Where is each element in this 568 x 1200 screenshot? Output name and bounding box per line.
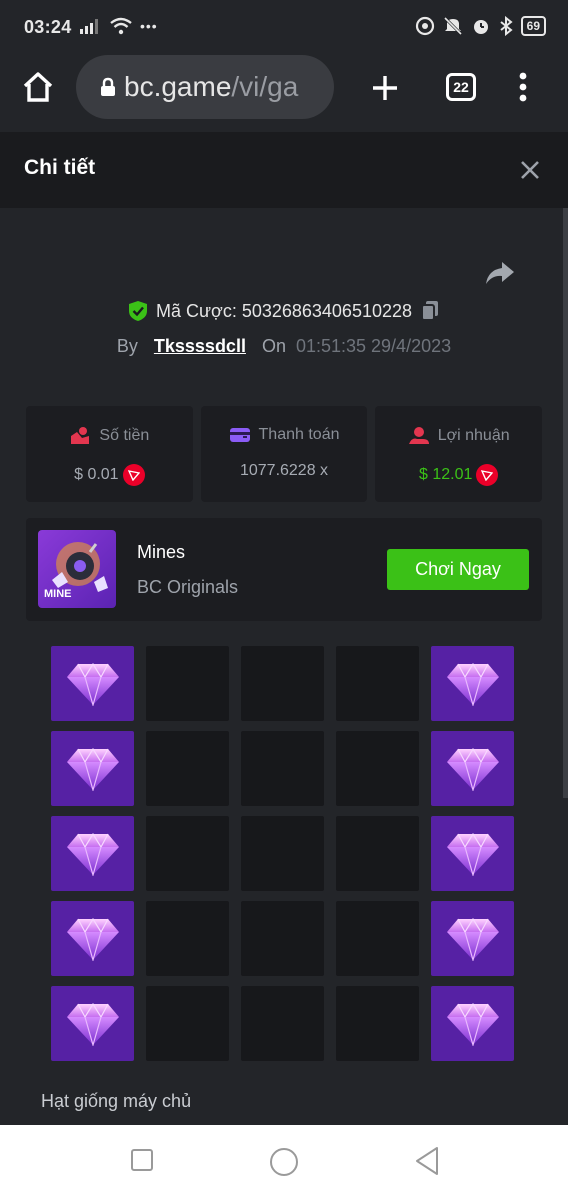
game-name: Mines: [137, 542, 186, 562]
trx-coin-icon: [476, 464, 499, 486]
stat-profit-label: Lợi nhuận: [437, 427, 510, 444]
profit-icon: [408, 427, 429, 444]
on-label: On: [261, 336, 286, 356]
mine-tile-empty: [241, 816, 324, 891]
mute-icon: [443, 16, 462, 36]
gem-icon: [66, 917, 119, 961]
more-notifications-icon: •••: [140, 18, 158, 34]
bet-detail-content[interactable]: Mã Cược: 50326863406510228 By Tkssssdcll…: [0, 208, 568, 1125]
new-tab-icon[interactable]: [371, 74, 399, 102]
copy-icon[interactable]: [420, 300, 440, 322]
mine-tile-empty: [146, 901, 229, 976]
gem-icon: [66, 747, 119, 791]
gem-icon: [66, 832, 119, 876]
mines-grid: [51, 646, 514, 1061]
mine-tile-gem: [431, 816, 514, 891]
gem-icon: [446, 662, 499, 706]
stat-payout-value: 1077.6228 x: [239, 462, 329, 479]
bet-id: Mã Cược: 50326863406510228: [155, 300, 413, 321]
bet-id-row: Mã Cược: 50326863406510228: [0, 300, 568, 322]
share-icon[interactable]: [484, 260, 516, 286]
stat-amount: Số tiền $ 0.01: [26, 406, 193, 502]
mine-tile-gem: [51, 901, 134, 976]
mine-tile-empty: [146, 731, 229, 806]
mine-tile-empty: [336, 986, 419, 1061]
mine-tile-empty: [241, 901, 324, 976]
mine-tile-empty: [336, 731, 419, 806]
mine-tile-gem: [51, 816, 134, 891]
wifi-icon: [110, 17, 132, 35]
stat-profit: Lợi nhuận $ 12.01: [375, 406, 543, 502]
server-seed-label: Hạt giống máy chủ: [41, 1091, 192, 1111]
gem-icon: [446, 917, 499, 961]
mine-tile-empty: [146, 646, 229, 721]
mine-tile-gem: [431, 731, 514, 806]
mine-tile-empty: [146, 816, 229, 891]
mine-tile-empty: [241, 986, 324, 1061]
mines-thumb-label: MINE: [44, 588, 72, 600]
stat-payout: Thanh toán 1077.6228 x: [200, 406, 368, 502]
stat-profit-value: $ 12.01: [418, 466, 473, 483]
gem-icon: [446, 832, 499, 876]
back-icon[interactable]: [414, 1146, 440, 1176]
bet-amount-icon: [71, 427, 90, 444]
browser-toolbar: bc.game/vi/ga 22: [0, 54, 568, 132]
mine-tile-empty: [336, 646, 419, 721]
by-label: By: [116, 336, 138, 356]
mine-tile-empty: [336, 901, 419, 976]
close-icon[interactable]: [518, 158, 542, 182]
mine-tile-gem: [51, 986, 134, 1061]
bet-author-row: By Tkssssdcll On 01:51:35 29/4/2023: [0, 336, 568, 357]
wallet-icon: [229, 428, 250, 442]
gem-icon: [66, 662, 119, 706]
bet-stats: Số tiền $ 0.01 Thanh toán 1077.6228 x Lợ…: [26, 406, 543, 502]
alarm-icon: [473, 20, 488, 34]
mine-tile-empty: [241, 646, 324, 721]
status-time: 03:24: [24, 17, 72, 37]
status-right-icons: 69: [415, 16, 546, 36]
mine-tile-empty: [146, 986, 229, 1061]
scrollbar[interactable]: [563, 208, 568, 798]
status-left-icons: •••: [80, 17, 158, 35]
mine-tile-gem: [431, 646, 514, 721]
gem-icon: [66, 1002, 119, 1046]
game-provider: BC Originals: [137, 577, 239, 597]
mine-tile-gem: [51, 731, 134, 806]
url-bar[interactable]: bc.game/vi/ga: [76, 55, 334, 119]
stat-amount-label: Số tiền: [99, 427, 150, 444]
tab-switcher-button[interactable]: 22: [446, 73, 476, 101]
mine-tile-gem: [431, 901, 514, 976]
menu-icon[interactable]: [518, 72, 528, 102]
home-icon[interactable]: [22, 72, 54, 102]
verified-shield-icon: [128, 301, 147, 321]
home-nav-icon[interactable]: [269, 1147, 299, 1177]
mine-tile-gem: [431, 986, 514, 1061]
bluetooth-icon: [500, 16, 513, 36]
url-text: bc.game/vi/ga: [124, 71, 299, 102]
recents-icon[interactable]: [131, 1149, 153, 1171]
stat-amount-value: $ 0.01: [74, 466, 119, 483]
dialog-title: Chi tiết: [24, 156, 96, 179]
mine-tile-empty: [336, 816, 419, 891]
trx-coin-icon: [122, 464, 145, 486]
game-card: MINE Mines BC Originals Chơi Ngay: [26, 518, 542, 621]
sync-icon: [415, 16, 434, 36]
stat-payout-label: Thanh toán: [258, 426, 340, 443]
gem-icon: [446, 1002, 499, 1046]
status-bar: 03:24 ••• 69: [0, 0, 568, 54]
username-link[interactable]: Tkssssdcll: [154, 336, 246, 357]
lock-icon: [101, 77, 115, 96]
battery-indicator: 69: [520, 16, 546, 36]
dialog-header: Chi tiết: [0, 132, 568, 208]
play-now-button[interactable]: Chơi Ngay: [387, 549, 529, 590]
gem-icon: [446, 747, 499, 791]
bet-datetime: 01:51:35 29/4/2023: [295, 336, 452, 356]
mine-tile-gem: [51, 646, 134, 721]
mines-game-thumbnail[interactable]: MINE: [38, 530, 116, 608]
signal-icon: [80, 19, 98, 34]
mine-tile-empty: [241, 731, 324, 806]
system-nav-bar: [0, 1125, 568, 1200]
